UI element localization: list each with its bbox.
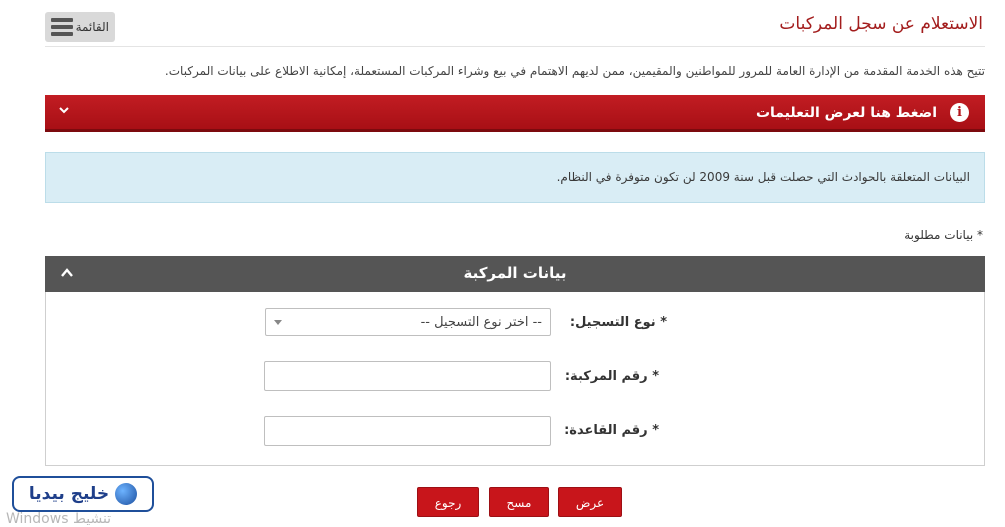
title-divider — [45, 46, 985, 47]
site-logo: خليج بيديا — [12, 476, 154, 512]
required-fields-note: * بيانات مطلوبة — [904, 228, 983, 242]
caret-down-icon — [274, 319, 282, 325]
registration-type-label: * نوع التسجيل: — [569, 315, 667, 330]
notice-text: البيانات المتعلقة بالحوادث التي حصلت قبل… — [556, 170, 970, 184]
vehicle-number-label: * رقم المركبة: — [564, 369, 659, 384]
vehicle-section-header[interactable]: بيانات المركبة — [45, 256, 985, 292]
registration-type-selected: -- اختر نوع التسجيل -- — [420, 314, 542, 330]
view-button[interactable]: عرض — [558, 487, 622, 517]
accident-data-notice: البيانات المتعلقة بالحوادث التي حصلت قبل… — [45, 152, 985, 203]
instructions-label: اضغط هنا لعرض التعليمات — [755, 105, 937, 121]
back-button[interactable]: رجوع — [417, 487, 479, 517]
instructions-toggle-bar[interactable]: i اضغط هنا لعرض التعليمات — [45, 95, 985, 132]
registration-type-select[interactable]: -- اختر نوع التسجيل -- — [265, 308, 551, 336]
clear-button[interactable]: مسح — [489, 487, 549, 517]
chevron-down-icon — [59, 107, 69, 114]
globe-logo-icon — [115, 483, 138, 505]
hamburger-icon — [51, 18, 73, 36]
service-description: تتيح هذه الخدمة المقدمة من الإدارة العام… — [164, 64, 985, 78]
info-icon: i — [950, 103, 969, 122]
base-number-label: * رقم القاعدة: — [564, 423, 659, 438]
menu-button-label: القائمة — [75, 20, 109, 34]
page-title: الاستعلام عن سجل المركبات — [779, 14, 983, 34]
vehicle-number-input[interactable] — [264, 361, 551, 391]
windows-activation-watermark: Windows تنشيط — [6, 511, 112, 527]
vehicle-section-title: بيانات المركبة — [463, 264, 567, 282]
base-number-input[interactable] — [264, 416, 551, 446]
menu-button[interactable]: القائمة — [45, 12, 115, 42]
logo-name: خليج بيديا — [28, 484, 110, 504]
chevron-up-icon — [61, 268, 73, 277]
